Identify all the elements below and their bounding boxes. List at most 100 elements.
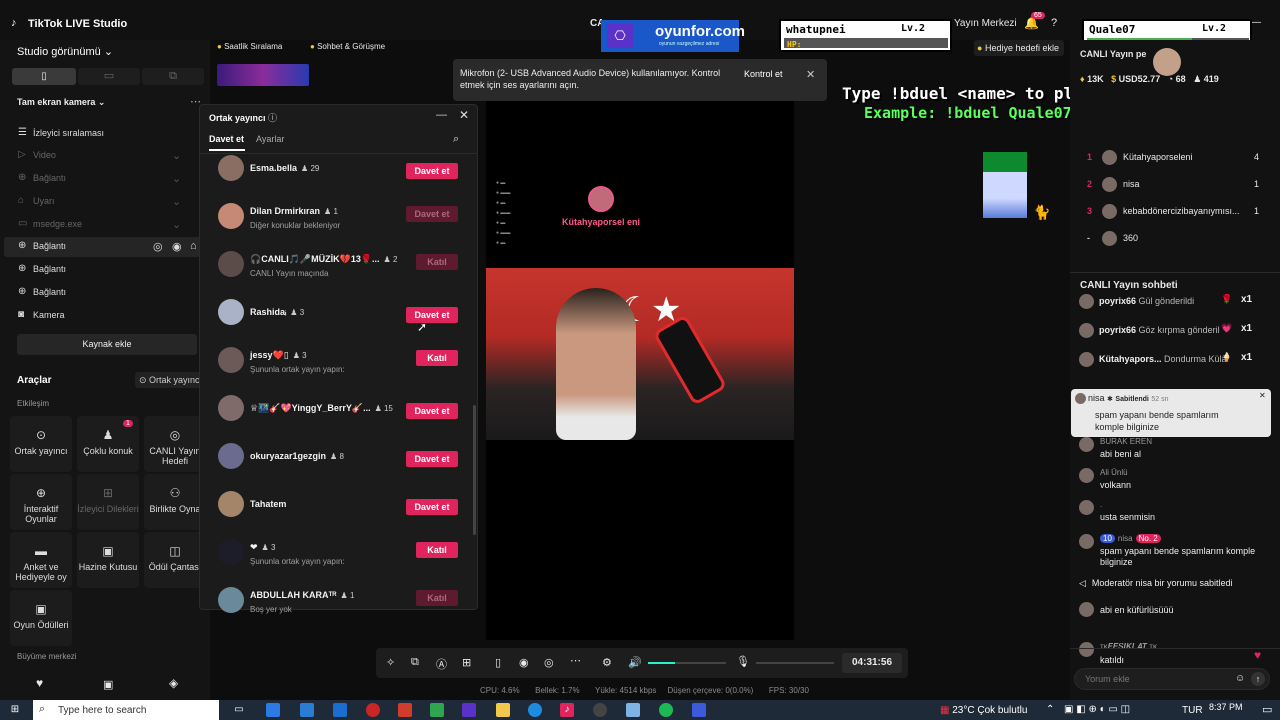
join-button[interactable]: Katıl [416,254,458,270]
tool-link[interactable]: ⊙ Ortak yayıncı [10,416,72,472]
tool-poll[interactable]: ▬ Anket ve Hediyeyle oy [10,532,72,588]
invite-button[interactable]: Davet et [406,499,458,515]
task-view-icon[interactable]: ▭ [232,703,246,717]
volume-slider[interactable] [648,662,726,664]
lock-icon[interactable]: ⌂ [190,240,197,252]
whatsapp-icon[interactable] [430,703,444,717]
tool-target[interactable]: ◎ CANLI Yayın Hedefi [144,416,206,472]
join-button[interactable]: Katıl [416,350,458,366]
weather-widget[interactable]: ▦ 23°C Çok bulutlu [940,705,1027,716]
comment-input[interactable]: Yorum ekle ☺ ↑ [1074,668,1270,690]
join-button[interactable]: Katıl [416,590,458,606]
source-item[interactable]: ⊕ Bağlantı ⌄ [0,169,200,189]
target-icon[interactable]: ◎ [153,240,163,253]
close-popup-icon[interactable]: ✕ [459,108,469,122]
source-item[interactable]: ⊕ Bağlantı ◎ ◉ ⌂ [4,237,202,257]
join-button[interactable]: Katıl [416,542,458,558]
source-item[interactable]: ⊕ Bağlantı [0,260,200,280]
tab-invite[interactable]: Davet et [209,134,244,144]
diamond-icon[interactable]: ◈ [169,676,178,690]
edge-browser-icon[interactable] [528,703,542,717]
search-icon[interactable]: ⌕ [453,133,459,146]
scrollbar[interactable] [473,405,476,535]
tool-gift[interactable]: ▣ Oyun Ödülleri [10,590,72,646]
app3-icon[interactable] [692,703,706,717]
taskbar-search[interactable]: ⌕ Type here to search [33,700,219,720]
hourly-ranking-chip[interactable]: ● Saatlik Sıralama [217,42,282,51]
settings-sliders-icon[interactable]: ⚙ [602,656,612,669]
tab-settings[interactable]: Ayarlar [256,134,284,144]
studio-view-dropdown[interactable]: Studio görünümü ⌄ [17,45,113,58]
co-host-popup: Ortak yayıncı ⓘ — ✕ Davet et Ayarlar ⌕ E… [199,104,478,614]
visibility-eye-icon[interactable]: ◉ [172,240,182,253]
record-icon[interactable]: ◉ [519,656,529,669]
chat-call-chip[interactable]: ● Sohbet & Görüşme [310,42,385,51]
camera-target-icon[interactable]: ◎ [544,656,554,669]
source-item[interactable]: ☰ İzleyici sıralaması [0,124,200,144]
store-icon[interactable] [300,703,314,717]
microphone-toggle-icon[interactable]: 🎙 [736,655,750,668]
event-banner-image[interactable] [217,64,309,86]
source-item[interactable]: ▷ Video ⌄ [0,146,200,166]
tool-bag[interactable]: ◫ Ödül Çantası [144,532,206,588]
invite-button[interactable]: Davet et [406,403,458,419]
app2-icon[interactable] [626,703,640,717]
source-item[interactable]: ⌂ Uyarı ⌄ [0,192,200,212]
speaker-icon[interactable]: 🔊 [628,656,642,669]
minimize-icon[interactable]: — [1251,17,1261,28]
system-tray-icons[interactable]: ▣ ◧ ⊕ ◐ ▭ ◫ [1064,704,1130,715]
windows-start-icon[interactable]: ⊞ [8,703,22,717]
invite-button[interactable]: Davet et [406,163,458,179]
invite-button[interactable]: Davet et [406,451,458,467]
source-item[interactable]: ▭ msedge.exe ⌄ [0,215,200,235]
close-toast-icon[interactable]: ✕ [806,68,815,81]
emoji-icon[interactable]: ☺ [1235,673,1245,684]
tool-controller[interactable]: ⚇ Birlikte Oyna [144,474,206,530]
mic-slider[interactable] [756,662,834,664]
obs-icon[interactable] [593,703,607,717]
check-button[interactable]: Kontrol et [744,66,794,82]
add-source-button[interactable]: Kaynak ekle [17,334,197,355]
close-pinned-icon[interactable]: ✕ [1259,391,1266,400]
invite-button[interactable]: Davet et [406,206,458,222]
globe-icon: ⊕ [18,240,27,251]
taskbar-clock[interactable]: 8:37 PM [1209,702,1243,712]
dual-layout-button[interactable]: ⧉ [142,68,204,85]
ai-effect-icon[interactable]: Ⓐ [436,656,447,672]
app-icon[interactable] [398,703,412,717]
tool-chest[interactable]: ▣ Hazine Kutusu [77,532,139,588]
tool-gamepad[interactable]: ⊕ İnteraktif Oyunlar [10,474,72,530]
ortak-yayinci-chip[interactable]: ⊙ Ortak yayıncı [135,372,201,388]
yayin-merkezi-link[interactable]: Yayın Merkezi [954,18,1017,29]
scene-dropdown[interactable]: Tam ekran kamera ⌄ [17,97,105,108]
source-item[interactable]: ◙ Kamera [0,306,200,326]
help-icon[interactable]: ? [1051,17,1057,29]
tool-users[interactable]: ♟ Çoklu konuk 1 [77,416,139,472]
minimize-popup-icon[interactable]: — [436,109,447,121]
heart-icon[interactable]: ♥ [36,676,43,690]
send-icon[interactable]: ↑ [1251,672,1265,686]
edge-icon[interactable] [333,703,347,717]
screen-share-icon[interactable]: ⧉ [411,656,419,669]
tool-grid[interactable]: ⊞ İzleyici Dilekleri [77,474,139,530]
magic-wand-icon[interactable]: ✧ [386,656,395,669]
opera-icon[interactable] [366,703,380,717]
spotify-icon[interactable] [659,703,673,717]
tiktok-taskbar-icon[interactable]: ♪ [560,703,574,717]
notifications-icon[interactable]: ▭ [1262,703,1272,716]
invite-button[interactable]: Davet et [406,307,458,323]
phone-icon[interactable]: ▯ [495,656,501,669]
gift-box-icon[interactable]: ▣ [103,678,113,691]
tray-chevron-icon[interactable]: ⌃ [1046,704,1054,715]
copilot-icon[interactable] [266,703,280,717]
more-icon[interactable]: ⋯ [570,654,581,667]
source-item[interactable]: ⊕ Bağlantı [0,283,200,303]
add-scene-icon[interactable]: ⊞ [462,656,471,669]
file-explorer-icon[interactable] [496,703,510,717]
chat-text: spam yapanı bende spamlarım komple bilgi… [1100,546,1256,567]
language-indicator[interactable]: TUR [1182,705,1203,716]
landscape-layout-button[interactable]: ▭ [78,68,140,85]
portrait-layout-button[interactable]: ▯ [12,68,76,85]
gift-goal-button[interactable]: ● Hediye hedefi ekle [974,40,1064,56]
twitch-icon[interactable] [462,703,476,717]
